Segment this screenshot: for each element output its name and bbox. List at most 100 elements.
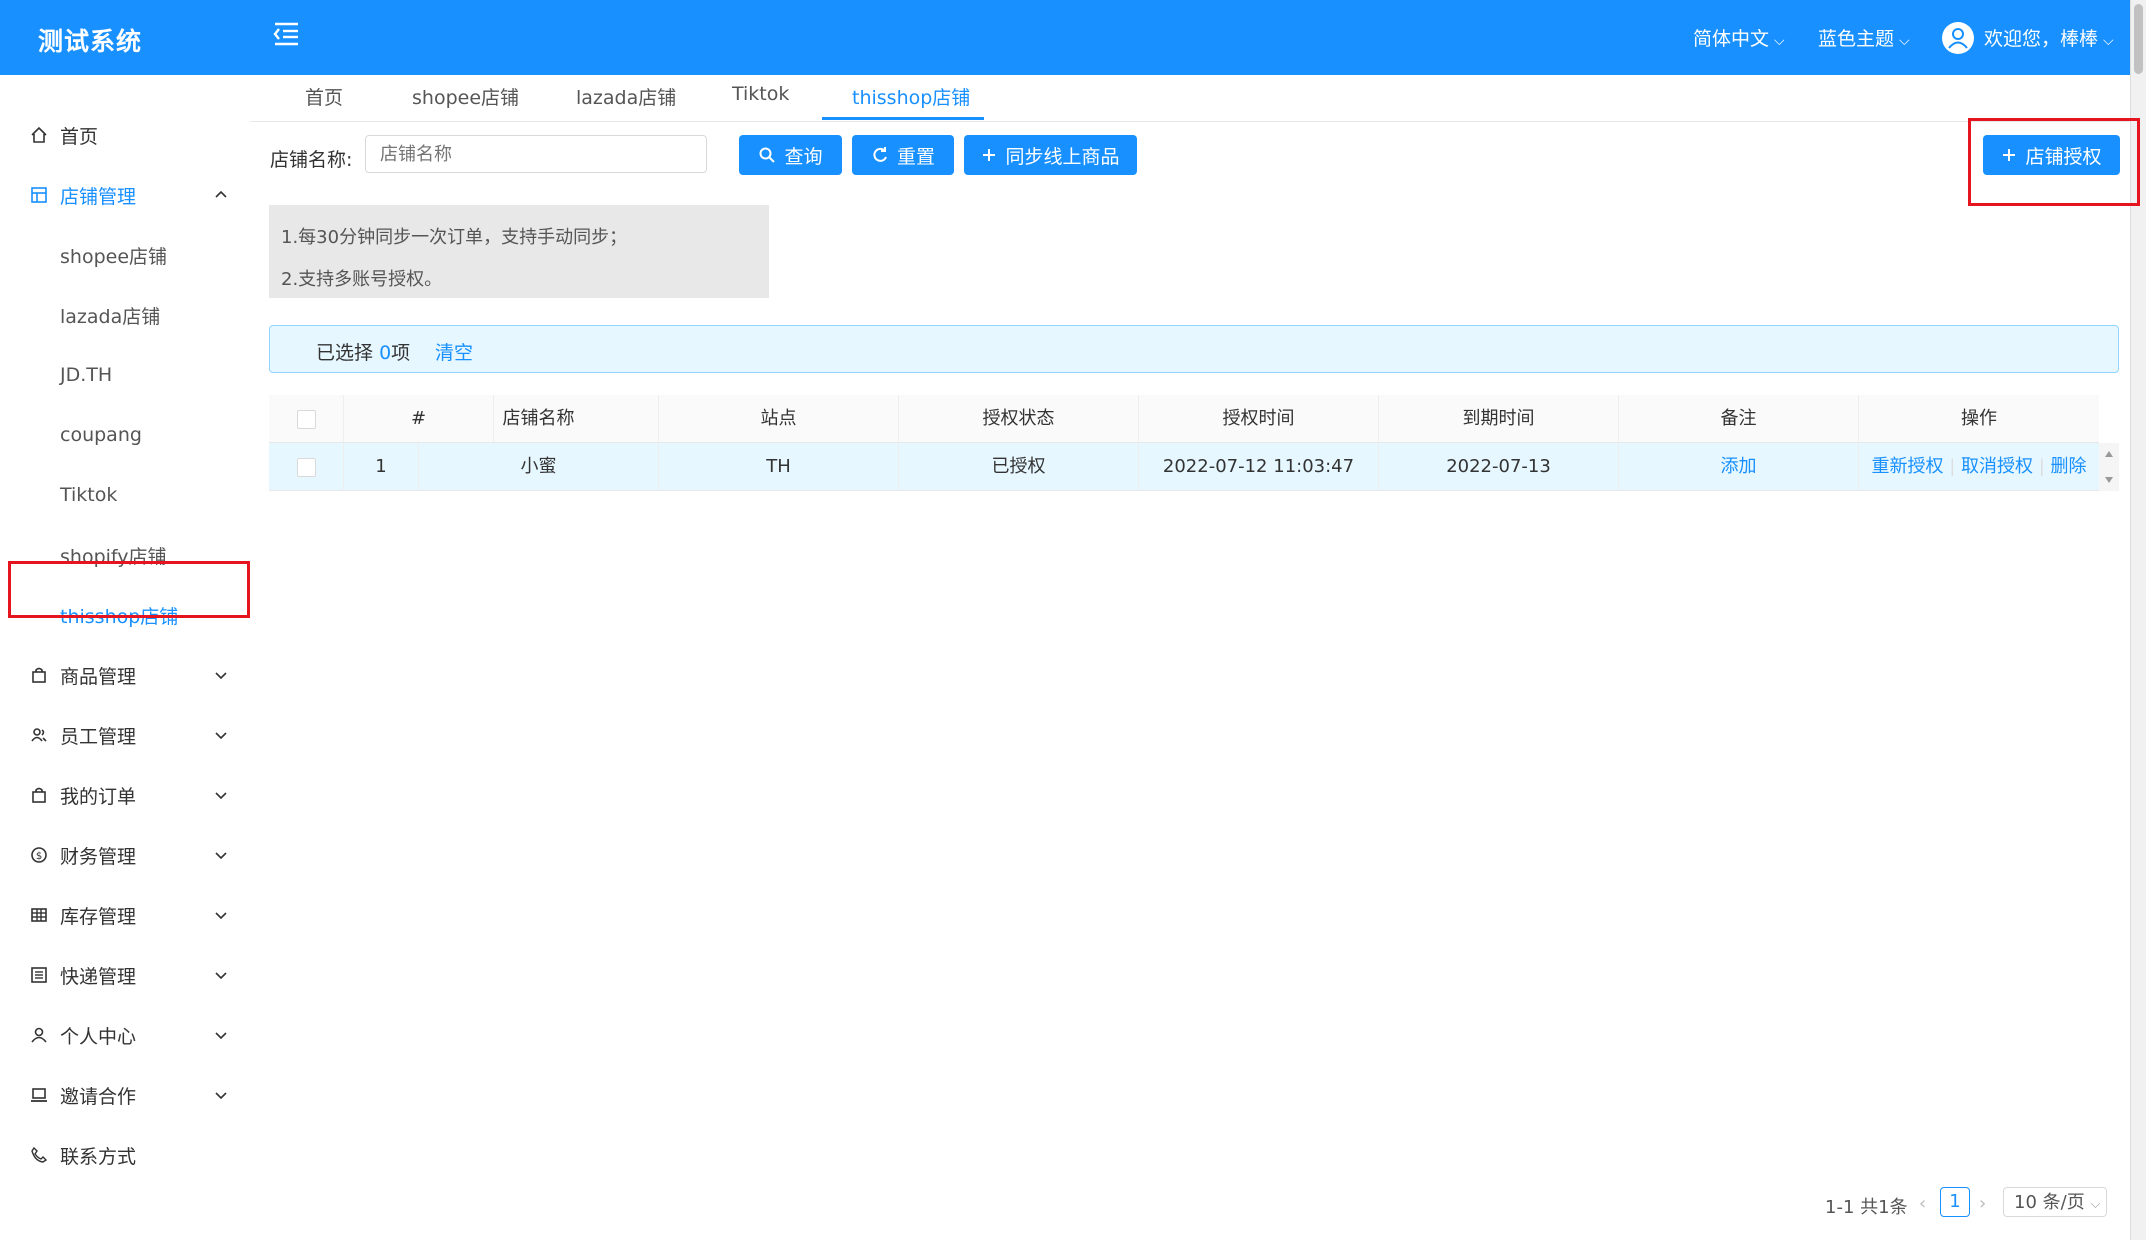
sidebar-item-label: coupang [60, 424, 142, 446]
query-button-label: 查询 [784, 145, 823, 168]
list-icon [31, 967, 47, 983]
sidebar-item-label: 店铺管理 [60, 185, 137, 208]
sidebar-item-finance[interactable]: $ 财务管理 [0, 825, 250, 885]
store-icon [31, 187, 47, 203]
sidebar-item-shopee[interactable]: shopee店铺 [0, 225, 250, 285]
table-scrollbar[interactable] [2099, 443, 2119, 491]
column-header-status: 授权状态 [899, 395, 1139, 442]
row-checkbox[interactable] [296, 457, 316, 477]
cell-actions: 重新授权 | 取消授权 | 删除 [1871, 456, 2087, 477]
column-header-site: 站点 [659, 395, 899, 442]
bag-icon [32, 667, 46, 683]
sidebar-item-label: 联系方式 [60, 1145, 137, 1168]
sidebar-item-label: 员工管理 [60, 725, 137, 748]
cell-remark: 添加 [1619, 443, 1859, 490]
selection-prefix: 已选择 [316, 342, 374, 364]
reset-button[interactable]: 重置 [852, 135, 954, 175]
add-remark-link[interactable]: 添加 [1721, 456, 1757, 477]
prev-page-icon[interactable]: ‹ [1919, 1193, 1926, 1214]
staff-icon [31, 728, 47, 742]
sidebar-item-label: 首页 [60, 125, 99, 148]
plus-icon [983, 149, 996, 161]
theme-dropdown[interactable]: 蓝色主题 ⌵ [1818, 24, 1910, 51]
reauthorize-link[interactable]: 重新授权 [1871, 456, 1943, 477]
sidebar-item-label: 快递管理 [60, 965, 137, 988]
search-icon [759, 147, 776, 163]
query-button[interactable]: 查询 [739, 135, 842, 175]
select-all-checkbox[interactable] [296, 409, 316, 429]
sidebar-item-label: Tiktok [60, 484, 118, 506]
tab-lazada[interactable]: lazada店铺 [576, 83, 676, 110]
tab-thisshop[interactable]: thisshop店铺 [852, 83, 970, 110]
chevron-down-icon: ⌵ [2090, 1197, 2101, 1212]
sidebar-item-lazada[interactable]: lazada店铺 [0, 285, 250, 345]
sidebar-item-products[interactable]: 商品管理 [0, 645, 250, 705]
delete-link[interactable]: 删除 [2051, 456, 2087, 477]
cell-expire: 2022-07-13 [1379, 443, 1619, 490]
language-label: 简体中文 [1693, 28, 1770, 50]
reload-icon [873, 147, 887, 162]
sidebar-item-profile[interactable]: 个人中心 [0, 1005, 250, 1065]
sidebar: 首页 店铺管理 shopee店铺 lazada店铺 JD.TH coupang … [0, 75, 251, 1240]
grid-icon [31, 908, 47, 922]
page-number-button[interactable]: 1 [1940, 1187, 1970, 1217]
sidebar-item-label: 邀请合作 [60, 1085, 137, 1108]
tab-home[interactable]: 首页 [305, 83, 343, 110]
sidebar-item-label: 库存管理 [60, 905, 137, 928]
sidebar-item-store-management[interactable]: 店铺管理 [0, 165, 250, 225]
main-content: 首页 shopee店铺 lazada店铺 Tiktok thisshop店铺 店… [250, 75, 2140, 1240]
selection-count: 0 [379, 342, 392, 364]
order-icon [32, 787, 46, 803]
chevron-down-icon: ⌵ [1899, 33, 1910, 49]
tab-tiktok[interactable]: Tiktok [732, 83, 789, 105]
user-dropdown[interactable]: 欢迎您，棒棒 ⌵ [1984, 24, 2114, 51]
sidebar-item-invite[interactable]: 邀请合作 [0, 1065, 250, 1125]
sidebar-item-orders[interactable]: 我的订单 [0, 765, 250, 825]
selection-suffix: 项 [391, 342, 411, 364]
sidebar-item-label: JD.TH [60, 364, 113, 386]
column-header-auth-time: 授权时间 [1139, 395, 1379, 442]
chevron-down-icon [215, 852, 227, 860]
sidebar-item-label: lazada店铺 [60, 305, 161, 328]
sidebar-item-contact[interactable]: 联系方式 [0, 1125, 250, 1185]
home-icon [31, 126, 47, 143]
sidebar-item-label: 商品管理 [60, 665, 137, 688]
phone-icon [31, 1146, 48, 1163]
chevron-down-icon [215, 972, 227, 980]
column-header-actions: 操作 [1961, 408, 1997, 429]
avatar[interactable] [1942, 22, 1974, 54]
theme-label: 蓝色主题 [1818, 28, 1895, 50]
store-name-label: 店铺名称: [270, 149, 353, 171]
sidebar-item-home[interactable]: 首页 [0, 105, 250, 165]
sidebar-item-inventory[interactable]: 库存管理 [0, 885, 250, 945]
top-header: 测试系统 简体中文 ⌵ 蓝色主题 ⌵ 欢迎您，棒棒 ⌵ [0, 0, 2130, 75]
cancel-auth-link[interactable]: 取消授权 [1961, 456, 2033, 477]
store-name-input[interactable] [365, 135, 707, 173]
notice-line-2: 2.支持多账号授权。 [281, 269, 443, 290]
tab-bar: 首页 shopee店铺 lazada店铺 Tiktok thisshop店铺 [250, 75, 2130, 122]
sidebar-item-label: shopee店铺 [60, 245, 168, 268]
scrollbar-thumb[interactable] [2134, 4, 2143, 74]
sidebar-item-label: 我的订单 [60, 785, 137, 808]
sidebar-item-tiktok[interactable]: Tiktok [0, 465, 250, 525]
cell-site: TH [659, 443, 899, 490]
chevron-down-icon [215, 1032, 227, 1040]
next-page-icon[interactable]: › [1979, 1193, 1986, 1214]
laptop-icon [31, 1088, 47, 1102]
menu-fold-icon[interactable] [272, 18, 302, 48]
sidebar-item-jdth[interactable]: JD.TH [0, 345, 250, 405]
tab-shopee[interactable]: shopee店铺 [412, 83, 519, 110]
column-header-name: 店铺名称 [419, 395, 659, 442]
sidebar-item-express[interactable]: 快递管理 [0, 945, 250, 1005]
chevron-down-icon [215, 1092, 227, 1100]
language-dropdown[interactable]: 简体中文 ⌵ [1693, 24, 1785, 51]
clear-selection-link[interactable]: 清空 [435, 338, 473, 365]
chevron-down-icon [215, 912, 227, 920]
page-size-select[interactable]: 10 条/页 ⌵ [2003, 1187, 2107, 1217]
sidebar-item-staff[interactable]: 员工管理 [0, 705, 250, 765]
table-row[interactable]: 1 小蜜 TH 已授权 2022-07-12 11:03:47 2022-07-… [269, 443, 2099, 491]
sync-products-button[interactable]: 同步线上商品 [964, 135, 1137, 175]
sidebar-item-coupang[interactable]: coupang [0, 405, 250, 465]
user-icon [31, 1027, 47, 1043]
row-select-cell [269, 443, 344, 490]
